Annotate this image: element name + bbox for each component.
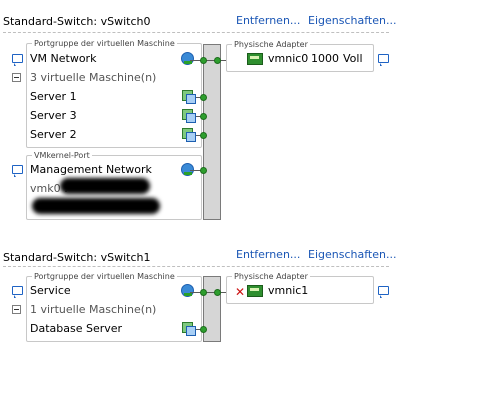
- portgroup-name[interactable]: VM Network: [30, 52, 96, 65]
- port-dot: [200, 113, 207, 120]
- vm-item[interactable]: Server 3: [30, 109, 77, 122]
- nic-icon[interactable]: [247, 53, 263, 65]
- divider: [3, 32, 389, 33]
- port-dot: [200, 132, 207, 139]
- disconnected-icon: ✕: [235, 285, 246, 299]
- divider: [3, 266, 389, 267]
- redacted-ip: [32, 198, 160, 214]
- switch-title: Standard-Switch: vSwitch0: [3, 15, 151, 28]
- vm-icon[interactable]: [182, 109, 196, 123]
- port-dot: [200, 94, 207, 101]
- port-dot: [214, 289, 221, 296]
- vmkernel-info-icon[interactable]: [12, 165, 23, 177]
- port-dot: [200, 326, 207, 333]
- port-dot: [200, 167, 207, 174]
- adapter-legend: Physische Adapter: [232, 271, 310, 282]
- remove-switch-link[interactable]: Entfernen...: [236, 248, 300, 261]
- portgroup-network-icon[interactable]: [181, 52, 194, 65]
- switch-properties-link[interactable]: Eigenschaften...: [308, 248, 396, 261]
- vm-icon[interactable]: [182, 128, 196, 142]
- vm-item[interactable]: Server 1: [30, 90, 77, 103]
- portgroup-info-icon[interactable]: [12, 54, 23, 66]
- port-dot: [214, 57, 221, 64]
- switch-title: Standard-Switch: vSwitch1: [3, 251, 151, 264]
- vm-icon[interactable]: [182, 90, 196, 104]
- vm-item[interactable]: Server 2: [30, 128, 77, 141]
- portgroup-name[interactable]: Service: [30, 284, 71, 297]
- collapse-vms-toggle[interactable]: [12, 305, 21, 314]
- adapter-name[interactable]: vmnic1: [268, 284, 308, 297]
- adapter-info-icon[interactable]: [378, 54, 389, 66]
- collapse-vms-toggle[interactable]: [12, 73, 21, 82]
- vmkernel-name[interactable]: Management Network: [30, 163, 152, 176]
- redacted-ip: [60, 178, 150, 194]
- adapter-duplex: Voll: [343, 52, 363, 65]
- remove-switch-link[interactable]: Entfernen...: [236, 14, 300, 27]
- adapter-name[interactable]: vmnic0: [268, 52, 308, 65]
- portgroup-legend: Portgruppe der virtuellen Maschine: [32, 271, 177, 282]
- vmkernel-legend: VMkernel-Port: [32, 150, 92, 161]
- port-dot: [200, 57, 207, 64]
- vm-count-label: 1 virtuelle Maschine(n): [30, 303, 157, 316]
- adapter-speed: 1000: [311, 52, 339, 65]
- portgroup-network-icon[interactable]: [181, 284, 194, 297]
- vm-item[interactable]: Database Server: [30, 322, 122, 335]
- adapter-legend: Physische Adapter: [232, 39, 310, 50]
- vm-count-label: 3 virtuelle Maschine(n): [30, 71, 157, 84]
- portgroup-legend: Portgruppe der virtuellen Maschine: [32, 38, 177, 49]
- switch-properties-link[interactable]: Eigenschaften...: [308, 14, 396, 27]
- nic-icon[interactable]: [247, 285, 263, 297]
- vm-icon[interactable]: [182, 322, 196, 336]
- adapter-info-icon[interactable]: [378, 286, 389, 298]
- port-dot: [200, 289, 207, 296]
- portgroup-info-icon[interactable]: [12, 286, 23, 298]
